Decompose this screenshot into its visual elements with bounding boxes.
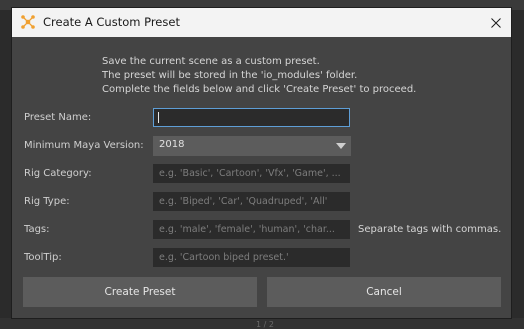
cancel-button[interactable]: Cancel: [267, 277, 501, 307]
rig-type-input[interactable]: e.g. 'Biped', 'Car', 'Quadruped', 'All': [153, 192, 350, 211]
text-cursor: [158, 112, 159, 123]
tags-label: Tags:: [24, 224, 50, 235]
intro-line: Complete the fields below and click 'Cre…: [102, 84, 417, 95]
dropdown-arrow[interactable]: [331, 136, 351, 156]
min-maya-version-label: Minimum Maya Version:: [24, 140, 144, 151]
window-title: Create A Custom Preset: [43, 15, 180, 29]
close-icon: [491, 17, 501, 28]
min-maya-version-select[interactable]: 2018: [153, 136, 351, 156]
tooltip-label: ToolTip:: [24, 252, 62, 263]
close-button[interactable]: [481, 8, 511, 37]
intro-text: Save the current scene as a custom prese…: [102, 55, 416, 97]
preset-name-input[interactable]: [153, 108, 350, 127]
tooltip-input[interactable]: e.g. 'Cartoon biped preset.': [153, 248, 350, 267]
background-bottom: 1 / 2: [0, 318, 524, 329]
chevron-down-icon: [336, 143, 346, 149]
tags-hint: Separate tags with commas.: [358, 224, 502, 235]
create-preset-dialog: Create A Custom Preset Save the current …: [11, 7, 512, 319]
intro-line: Save the current scene as a custom prese…: [102, 56, 320, 67]
intro-line: The preset will be stored in the 'io_mod…: [102, 70, 358, 81]
min-maya-version-value: 2018: [159, 139, 185, 150]
create-preset-button[interactable]: Create Preset: [23, 277, 257, 307]
tags-input[interactable]: e.g. 'male', 'female', 'human', 'char...: [153, 220, 350, 239]
rig-category-label: Rig Category:: [24, 168, 92, 179]
background-text: 1 / 2: [256, 320, 274, 329]
preset-logo-icon: [20, 14, 36, 30]
rig-type-label: Rig Type:: [24, 196, 70, 207]
preset-name-label: Preset Name:: [24, 112, 92, 123]
title-bar[interactable]: Create A Custom Preset: [12, 8, 511, 37]
rig-category-input[interactable]: e.g. 'Basic', 'Cartoon', 'Vfx', 'Game', …: [153, 164, 350, 183]
